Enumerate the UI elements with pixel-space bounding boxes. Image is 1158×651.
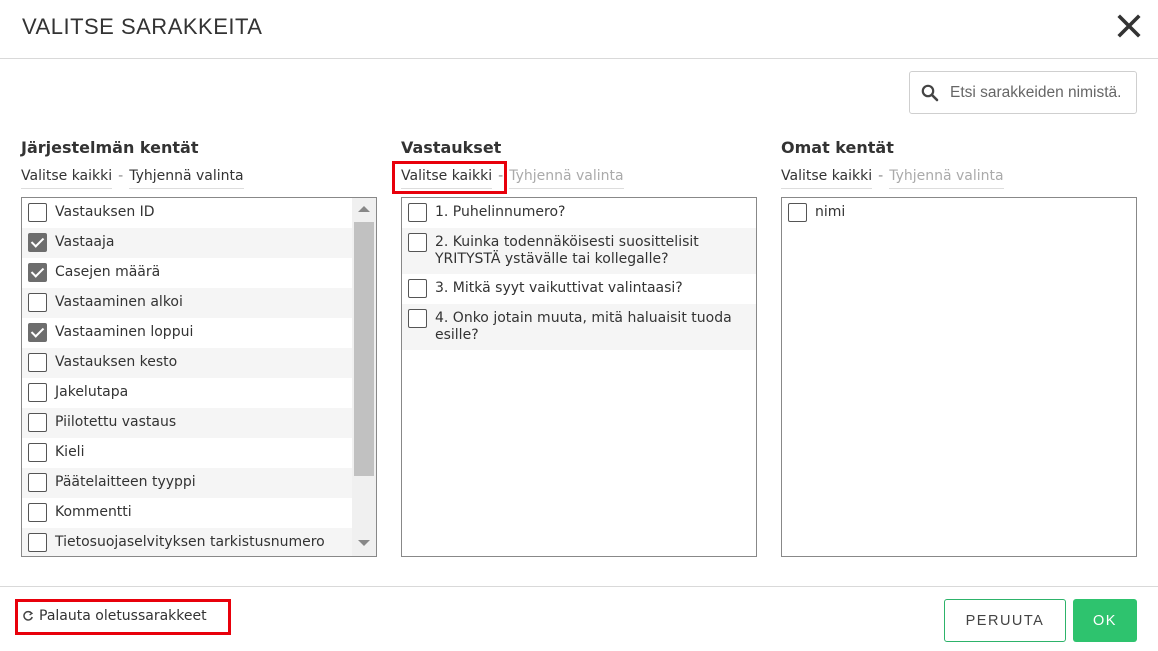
list-item[interactable]: nimi bbox=[782, 198, 1136, 228]
list-item[interactable]: Vastaaja bbox=[22, 228, 352, 258]
list-item-label: Piilotettu vastaus bbox=[55, 414, 177, 430]
list-item-label: Jakelutapa bbox=[55, 384, 129, 400]
custom-clear-link[interactable]: Tyhjennä valinta bbox=[889, 168, 1004, 189]
answers-column: Vastaukset Valitse kaikki - Tyhjennä valin… bbox=[401, 138, 757, 557]
checkbox[interactable] bbox=[28, 473, 47, 492]
list-item[interactable]: Vastaaminen alkoi bbox=[22, 288, 352, 318]
checkbox[interactable] bbox=[28, 383, 47, 402]
list-item-label: Vastauksen kesto bbox=[55, 354, 178, 370]
list-item[interactable]: Casejen määrä bbox=[22, 258, 352, 288]
close-icon[interactable] bbox=[1116, 13, 1142, 39]
cancel-button[interactable]: PERUUTA bbox=[944, 599, 1066, 642]
list-item-label: Kommentti bbox=[55, 504, 132, 520]
system-select-all-link[interactable]: Valitse kaikki bbox=[21, 168, 113, 189]
list-item-label: 4. Onko jotain muuta, mitä haluaisit tuo… bbox=[435, 310, 732, 343]
list-item[interactable]: 3. Mitkä syyt vaikuttivat valintaasi? bbox=[402, 274, 756, 304]
custom-fields-column: Omat kentät Valitse kaikki - Tyhjennä vali… bbox=[781, 138, 1137, 557]
scroll-up-icon[interactable] bbox=[358, 206, 370, 212]
list-item[interactable]: Kommentti bbox=[22, 498, 352, 528]
list-item-label: Vastaaminen loppui bbox=[55, 324, 194, 340]
list-item-label: 1. Puhelinnumero? bbox=[435, 204, 566, 220]
custom-separator: - bbox=[878, 168, 884, 184]
system-fields-list: Vastauksen ID Vastaaja Casejen määrä Vastaa… bbox=[21, 197, 377, 557]
list-item[interactable]: Vastauksen ID bbox=[22, 198, 352, 228]
checkbox-checked[interactable] bbox=[28, 323, 47, 342]
list-item-label: Vastaaja bbox=[55, 234, 115, 250]
search-input[interactable] bbox=[950, 80, 1132, 106]
checkbox[interactable] bbox=[28, 443, 47, 462]
checkbox[interactable] bbox=[28, 203, 47, 222]
list-item-label: 3. Mitkä syyt vaikuttivat valintaasi? bbox=[435, 280, 683, 296]
system-clear-link[interactable]: Tyhjennä valinta bbox=[129, 168, 244, 189]
list-item-label: 2. Kuinka todennäköisesti suosittelisit … bbox=[435, 234, 699, 267]
answers-title: Vastaukset bbox=[401, 138, 502, 157]
list-item[interactable]: Jakelutapa bbox=[22, 378, 352, 408]
reset-columns-label: Palauta oletussarakkeet bbox=[39, 608, 207, 624]
ok-button[interactable]: OK bbox=[1073, 599, 1137, 642]
checkbox-checked[interactable] bbox=[28, 233, 47, 252]
list-item-label: Kieli bbox=[55, 444, 85, 460]
system-fields-column: Järjestelmän kentät Valitse kaikki - Tyhje… bbox=[21, 138, 377, 557]
list-item-label: Tietosuojaselvityksen tarkistusnumero bbox=[55, 534, 325, 550]
custom-fields-title: Omat kentät bbox=[781, 138, 894, 157]
list-item-label: Vastaaminen alkoi bbox=[55, 294, 183, 310]
highlight-select-all bbox=[392, 161, 507, 194]
checkbox[interactable] bbox=[28, 413, 47, 432]
checkbox-checked[interactable] bbox=[28, 263, 47, 282]
list-item-label: nimi bbox=[815, 204, 846, 220]
list-item[interactable]: 2. Kuinka todennäköisesti suosittelisit … bbox=[402, 228, 756, 274]
list-item[interactable]: Piilotettu vastaus bbox=[22, 408, 352, 438]
system-separator: - bbox=[118, 168, 124, 184]
search-icon bbox=[921, 84, 939, 106]
list-item[interactable]: Vastaaminen loppui bbox=[22, 318, 352, 348]
footer-divider bbox=[0, 586, 1158, 587]
checkbox[interactable] bbox=[408, 279, 427, 298]
checkbox[interactable] bbox=[28, 533, 47, 552]
system-list-scrollbar[interactable] bbox=[352, 198, 376, 556]
answers-list: 1. Puhelinnumero? 2. Kuinka todennäköises… bbox=[401, 197, 757, 557]
list-item[interactable]: Kieli bbox=[22, 438, 352, 468]
dialog-title: VALITSE SARAKKEITA bbox=[22, 14, 263, 39]
list-item[interactable]: Vastauksen kesto bbox=[22, 348, 352, 378]
refresh-icon bbox=[23, 610, 34, 621]
checkbox[interactable] bbox=[408, 233, 427, 252]
checkbox[interactable] bbox=[28, 293, 47, 312]
checkbox[interactable] bbox=[408, 309, 427, 328]
reset-columns-link[interactable]: Palauta oletussarakkeet bbox=[22, 608, 207, 624]
dialog-header: VALITSE SARAKKEITA bbox=[0, 0, 1158, 59]
checkbox[interactable] bbox=[408, 203, 427, 222]
list-item[interactable]: 4. Onko jotain muuta, mitä haluaisit tuo… bbox=[402, 304, 756, 350]
checkbox[interactable] bbox=[28, 503, 47, 522]
checkbox[interactable] bbox=[28, 353, 47, 372]
list-item-label: Päätelaitteen tyyppi bbox=[55, 474, 196, 490]
answers-clear-link[interactable]: Tyhjennä valinta bbox=[509, 168, 624, 189]
search-box[interactable] bbox=[909, 71, 1137, 114]
list-item[interactable]: Päätelaitteen tyyppi bbox=[22, 468, 352, 498]
custom-select-all-link[interactable]: Valitse kaikki bbox=[781, 168, 873, 189]
list-item-label: Vastauksen ID bbox=[55, 204, 155, 220]
custom-fields-list: nimi bbox=[781, 197, 1137, 557]
checkbox[interactable] bbox=[788, 203, 807, 222]
system-fields-title: Järjestelmän kentät bbox=[21, 138, 199, 157]
scroll-down-icon[interactable] bbox=[358, 540, 370, 546]
scrollbar-thumb[interactable] bbox=[354, 222, 374, 476]
list-item[interactable]: 1. Puhelinnumero? bbox=[402, 198, 756, 228]
list-item[interactable]: Tietosuojaselvityksen tarkistusnumero bbox=[22, 528, 352, 556]
list-item-label: Casejen määrä bbox=[55, 264, 161, 280]
